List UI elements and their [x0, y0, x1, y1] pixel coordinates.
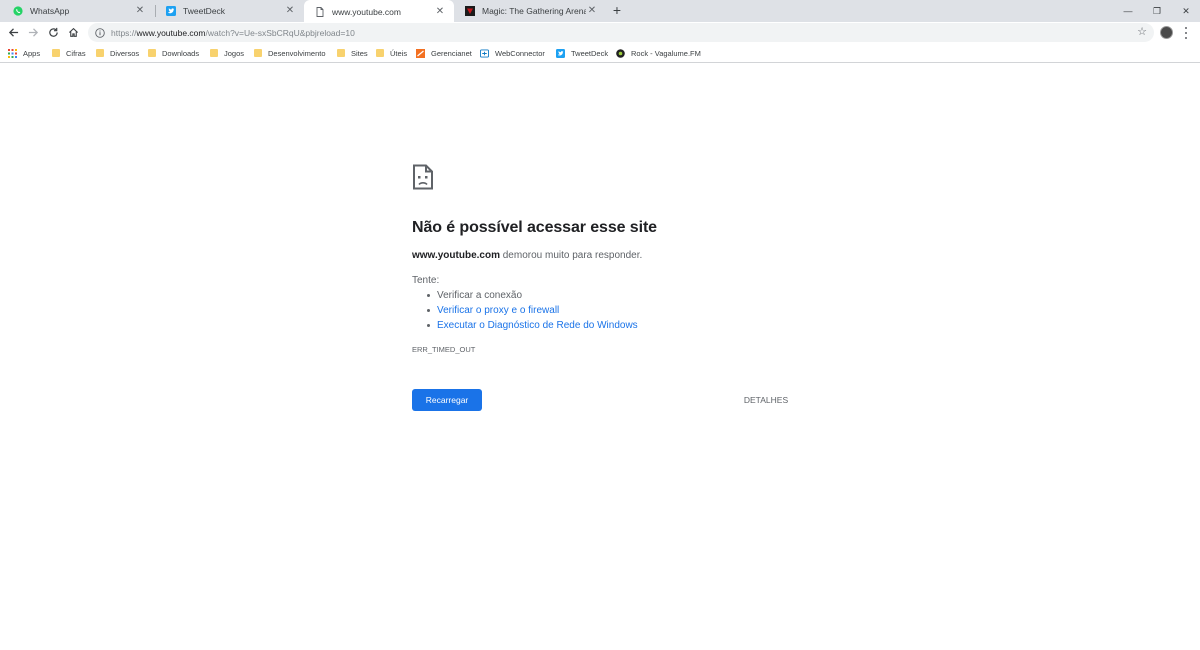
reload-button[interactable]: Recarregar: [412, 389, 482, 411]
tab-whatsapp[interactable]: WhatsApp ✕: [2, 0, 154, 22]
folder-icon: [336, 49, 345, 58]
sad-page-icon: [412, 164, 434, 190]
bookmark-jogos[interactable]: Jogos: [209, 47, 244, 59]
bookmark-diversos[interactable]: Diversos: [95, 47, 139, 59]
suggestions-list: Verificar a conexão Verificar o proxy e …: [425, 290, 638, 335]
tab-title: TweetDeck: [183, 6, 226, 16]
bookmark-desenvolvimento[interactable]: Desenvolvimento: [253, 47, 326, 59]
folder-icon: [209, 49, 218, 58]
tab-mtg-arena[interactable]: Magic: The Gathering Arena | MA ✕: [454, 0, 606, 22]
restore-icon[interactable]: ❐: [1141, 0, 1173, 22]
home-icon[interactable]: [65, 24, 82, 41]
folder-icon: [95, 49, 104, 58]
tab-close-icon[interactable]: ✕: [586, 5, 598, 17]
tab-title: Magic: The Gathering Arena | MA: [482, 6, 586, 16]
suggestion-check-connection: Verificar a conexão: [425, 290, 638, 305]
bookmark-apps[interactable]: Apps: [8, 47, 40, 59]
reload-icon[interactable]: [45, 24, 62, 41]
address-bar[interactable]: https://www.youtube.com/watch?v=Ue-sxSbC…: [88, 23, 1154, 42]
suggestions-heading: Tente:: [412, 275, 440, 286]
webconnector-icon: [480, 48, 489, 58]
error-title: Não é possível acessar esse site: [412, 219, 657, 236]
tab-youtube[interactable]: www.youtube.com ✕: [304, 0, 454, 23]
bookmark-star-icon[interactable]: ☆: [1136, 26, 1148, 38]
bookmark-label: Úteis: [390, 48, 408, 58]
bookmark-label: WebConnector: [495, 48, 545, 58]
bookmark-sites[interactable]: Sites: [336, 47, 368, 59]
avatar[interactable]: [1160, 26, 1173, 39]
forward-icon[interactable]: [25, 24, 42, 41]
info-icon[interactable]: [94, 27, 105, 38]
back-icon[interactable]: [5, 24, 22, 41]
bookmark-gerencianet[interactable]: Gerencianet: [416, 47, 472, 59]
gerencianet-icon: [416, 48, 425, 58]
whatsapp-icon: [13, 6, 23, 16]
details-button[interactable]: DETALHES: [738, 392, 794, 408]
minimize-icon[interactable]: —: [1112, 0, 1144, 22]
bookmark-label: Cifras: [66, 48, 86, 58]
tab-title: WhatsApp: [30, 6, 70, 16]
tab-close-icon[interactable]: ✕: [134, 5, 146, 17]
page-icon: [315, 6, 325, 17]
bookmark-downloads[interactable]: Downloads: [147, 47, 199, 59]
folder-icon: [375, 49, 384, 58]
tweetdeck-icon: [166, 6, 176, 16]
folder-icon: [51, 49, 60, 58]
bookmark-label: TweetDeck: [571, 48, 609, 58]
bookmark-vagalume[interactable]: Rock - Vagalume.FM: [616, 47, 701, 59]
mtg-icon: [465, 6, 475, 16]
bookmark-label: Downloads: [162, 48, 200, 58]
tab-close-icon[interactable]: ✕: [284, 5, 296, 17]
apps-grid-icon: [8, 48, 17, 58]
tab-close-icon[interactable]: ✕: [434, 6, 446, 18]
bookmark-label: Gerencianet: [431, 48, 472, 58]
menu-icon[interactable]: [1181, 25, 1191, 40]
error-code: ERR_TIMED_OUT: [412, 345, 476, 354]
tab-tweetdeck[interactable]: TweetDeck ✕: [155, 0, 304, 22]
bookmark-tweetdeck[interactable]: TweetDeck: [556, 47, 608, 59]
folder-icon: [253, 49, 262, 58]
folder-icon: [147, 49, 156, 58]
suggestion-proxy-firewall-link[interactable]: Verificar o proxy e o firewall: [425, 305, 638, 320]
bookmarks-bar: Apps Cifras Diversos Downloads Jogos Des…: [0, 43, 1200, 63]
tab-strip: WhatsApp ✕ TweetDeck ✕ www.youtube.com ✕…: [0, 0, 1200, 23]
url-text: https://www.youtube.com/watch?v=Ue-sxSbC…: [111, 27, 355, 38]
tab-title: www.youtube.com: [332, 6, 401, 17]
bookmark-label: Jogos: [224, 48, 245, 58]
error-description: www.youtube.com demorou muito para respo…: [412, 250, 643, 261]
new-tab-icon[interactable]: +: [609, 2, 625, 19]
bookmark-label: Sites: [351, 48, 368, 58]
bookmark-label: Desenvolvimento: [268, 48, 326, 58]
vagalume-icon: [616, 48, 625, 58]
bookmark-label: Diversos: [110, 48, 140, 58]
bookmark-label: Rock - Vagalume.FM: [631, 48, 701, 58]
toolbar: https://www.youtube.com/watch?v=Ue-sxSbC…: [0, 22, 1200, 43]
tweetdeck-icon: [556, 48, 565, 58]
bookmark-cifras[interactable]: Cifras: [51, 47, 86, 59]
bookmark-uteis[interactable]: Úteis: [375, 47, 407, 59]
bookmark-label: Apps: [23, 48, 41, 58]
close-window-icon[interactable]: ✕: [1170, 0, 1200, 22]
suggestion-network-diagnostics-link[interactable]: Executar o Diagnóstico de Rede do Window…: [425, 320, 638, 335]
bookmark-webconnector[interactable]: WebConnector: [480, 47, 545, 59]
